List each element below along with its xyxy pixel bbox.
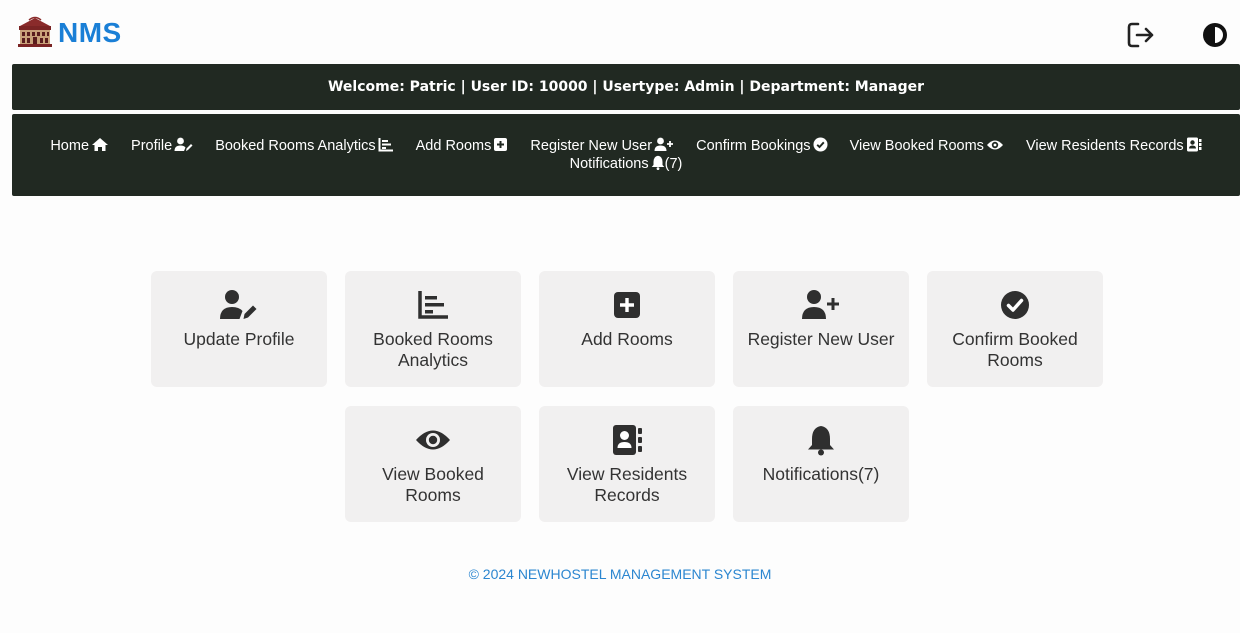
- bell-icon: [808, 426, 834, 456]
- card-label: Update Profile: [183, 329, 295, 349]
- card-booked-rooms-analytics[interactable]: Booked Rooms Analytics: [345, 271, 521, 387]
- user-plus-icon: [802, 290, 839, 319]
- nav-view-residents-records[interactable]: View Residents Records: [1026, 137, 1202, 155]
- card-label: View Booked Rooms: [382, 464, 484, 505]
- card-add-rooms[interactable]: Add Rooms: [539, 271, 715, 387]
- card-label: Add Rooms: [581, 329, 673, 349]
- nav-confirm-bookings[interactable]: Confirm Bookings: [696, 137, 828, 155]
- nav-label: View Booked Rooms: [849, 138, 984, 154]
- address-book-icon: [1186, 137, 1202, 152]
- nav-register-new-user[interactable]: Register New User: [530, 137, 674, 155]
- bell-icon: [651, 155, 664, 170]
- chart-icon: [378, 138, 393, 152]
- nav-label: Register New User: [530, 138, 653, 154]
- hostel-building-logo: [18, 16, 52, 47]
- nav-notifications[interactable]: Notifications (7): [569, 155, 683, 173]
- card-view-residents-records[interactable]: View Residents Records: [539, 406, 715, 522]
- user-plus-icon: [654, 137, 674, 151]
- chart-icon: [418, 291, 448, 319]
- nav-label: Add Rooms: [415, 138, 492, 154]
- header-actions: [1124, 18, 1240, 52]
- plus-square-icon: [494, 138, 508, 151]
- logout-icon[interactable]: [1124, 18, 1158, 52]
- nav-label: View Residents Records: [1025, 138, 1184, 154]
- top-header: NMS: [0, 0, 1240, 64]
- card-label: Register New User: [747, 329, 895, 349]
- check-circle-icon: [1001, 291, 1029, 319]
- theme-toggle-icon[interactable]: [1198, 18, 1232, 52]
- address-book-icon: [613, 425, 642, 455]
- card-register-new-user[interactable]: Register New User: [733, 271, 909, 387]
- welcome-bar: Welcome: Patric | User ID: 10000 | Usert…: [12, 64, 1240, 110]
- card-label: View Residents Records: [566, 464, 688, 505]
- plus-square-icon: [614, 292, 640, 318]
- card-label: Booked Rooms Analytics: [373, 329, 493, 370]
- home-icon: [92, 138, 109, 151]
- card-confirm-booked-rooms[interactable]: Confirm Booked Rooms: [927, 271, 1103, 387]
- nav-label: Home: [50, 138, 90, 154]
- nav-add-rooms[interactable]: Add Rooms: [416, 137, 509, 155]
- card-notifications[interactable]: Notifications(7): [733, 406, 909, 522]
- eye-icon: [416, 430, 450, 450]
- brand-name: NMS: [58, 17, 122, 48]
- nav-profile[interactable]: Profile: [131, 137, 193, 155]
- footer: © 2024 NEWHOSTEL MANAGEMENT SYSTEM: [0, 566, 1240, 582]
- nav-booked-rooms-analytics[interactable]: Booked Rooms Analytics: [215, 137, 393, 155]
- nav-label: Booked Rooms Analytics: [215, 138, 376, 154]
- user-edit-icon: [174, 137, 193, 151]
- user-edit-icon: [220, 290, 257, 319]
- nav-label: Profile: [131, 138, 173, 154]
- welcome-text: Welcome: Patric | User ID: 10000 | Usert…: [327, 79, 925, 95]
- check-circle-icon: [813, 137, 828, 152]
- nav-notifications-count: (7): [664, 156, 683, 172]
- nav-label: Notifications: [569, 156, 649, 172]
- nav-label: Confirm Bookings: [696, 138, 811, 154]
- card-update-profile[interactable]: Update Profile: [151, 271, 327, 387]
- footer-text: © 2024 NEWHOSTEL MANAGEMENT SYSTEM: [468, 566, 772, 582]
- eye-icon: [986, 140, 1003, 150]
- card-view-booked-rooms[interactable]: View Booked Rooms: [345, 406, 521, 522]
- brand[interactable]: NMS: [16, 16, 122, 50]
- card-label: Confirm Booked Rooms: [952, 329, 1078, 370]
- main-nav: Home Profile Booked Rooms Analytics Add …: [12, 114, 1240, 196]
- nav-home[interactable]: Home: [50, 137, 109, 155]
- nav-view-booked-rooms[interactable]: View Booked Rooms: [850, 138, 1004, 155]
- card-label: Notifications(7): [762, 464, 880, 484]
